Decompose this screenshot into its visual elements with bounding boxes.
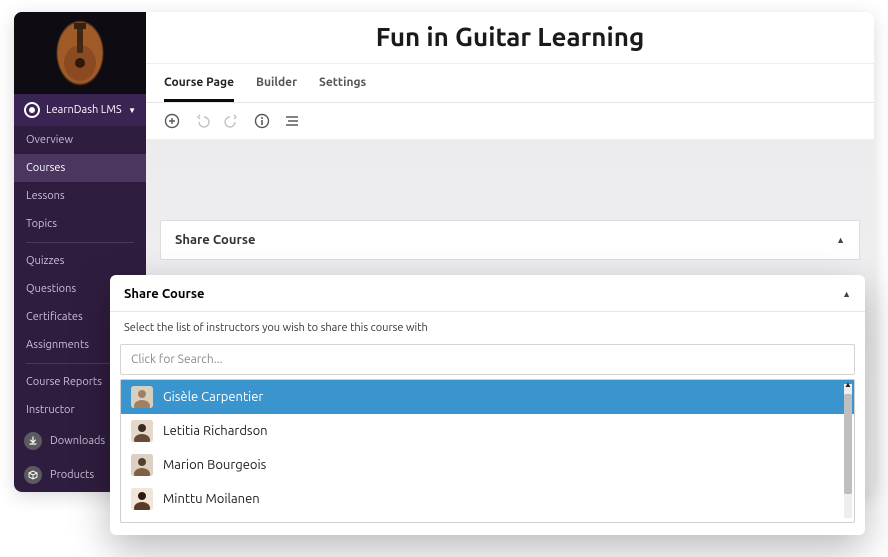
instructor-option[interactable]: Gisèle Carpentier	[121, 380, 854, 414]
instructor-name: Marion Bourgeois	[163, 458, 266, 472]
chevron-up-icon[interactable]: ▲	[842, 289, 851, 299]
editor-toolbar	[146, 103, 874, 140]
sidebar-item-topics[interactable]: Topics	[14, 210, 146, 238]
redo-icon[interactable]	[224, 113, 240, 129]
tab-builder[interactable]: Builder	[256, 64, 297, 102]
guitar-icon	[60, 23, 100, 83]
share-course-popup: Share Course ▲ Select the list of instru…	[110, 275, 865, 535]
sidebar-item-label: Downloads	[50, 435, 105, 447]
add-block-icon[interactable]	[164, 113, 180, 129]
tab-settings[interactable]: Settings	[319, 64, 366, 102]
course-tabs: Course Page Builder Settings	[146, 64, 874, 103]
instructor-name: Gisèle Carpentier	[163, 390, 263, 404]
chevron-up-icon: ▲	[836, 235, 845, 245]
instructor-option[interactable]: Marion Bourgeois	[121, 448, 854, 482]
tab-course-page[interactable]: Course Page	[164, 64, 234, 102]
chevron-down-icon: ▼	[128, 106, 136, 115]
instructor-name: Minttu Moilanen	[163, 492, 260, 506]
instructor-option[interactable]: Minttu Moilanen	[121, 482, 854, 516]
sidebar-item-courses[interactable]: Courses	[14, 154, 146, 182]
instructor-name: Letitia Richardson	[163, 424, 268, 438]
avatar	[131, 420, 153, 442]
popup-note: Select the list of instructors you wish …	[110, 312, 865, 344]
box-icon	[24, 466, 42, 484]
sidebar-item-quizzes[interactable]: Quizzes	[14, 247, 146, 275]
avatar	[131, 488, 153, 510]
scroll-thumb[interactable]	[844, 394, 852, 494]
accordion-title: Share Course	[175, 233, 255, 247]
avatar	[131, 386, 153, 408]
popup-title: Share Course	[124, 287, 204, 301]
popup-header: Share Course ▲	[110, 275, 865, 312]
outline-icon[interactable]	[284, 113, 300, 129]
sidebar-item-overview[interactable]: Overview	[14, 126, 146, 154]
avatar	[131, 454, 153, 476]
instructor-dropdown: Gisèle Carpentier Letitia Richardson Mar…	[120, 379, 855, 523]
share-course-accordion[interactable]: Share Course ▲	[160, 220, 860, 260]
learndash-icon	[24, 102, 40, 118]
sidebar-brand-label: LearnDash LMS	[46, 104, 122, 116]
sidebar-brand-row[interactable]: LearnDash LMS ▼	[14, 94, 146, 126]
sidebar-item-lessons[interactable]: Lessons	[14, 182, 146, 210]
scrollbar[interactable]: ▲	[844, 384, 852, 518]
page-title: Fun in Guitar Learning	[146, 12, 874, 64]
info-icon[interactable]	[254, 113, 270, 129]
sidebar-item-label: Products	[50, 469, 94, 481]
undo-icon[interactable]	[194, 113, 210, 129]
download-icon	[24, 432, 42, 450]
sidebar-hero-image	[14, 12, 146, 94]
instructor-search-input[interactable]: Click for Search...	[120, 344, 855, 375]
instructor-option[interactable]: Letitia Richardson	[121, 414, 854, 448]
scroll-up-icon[interactable]: ▲	[844, 381, 852, 389]
